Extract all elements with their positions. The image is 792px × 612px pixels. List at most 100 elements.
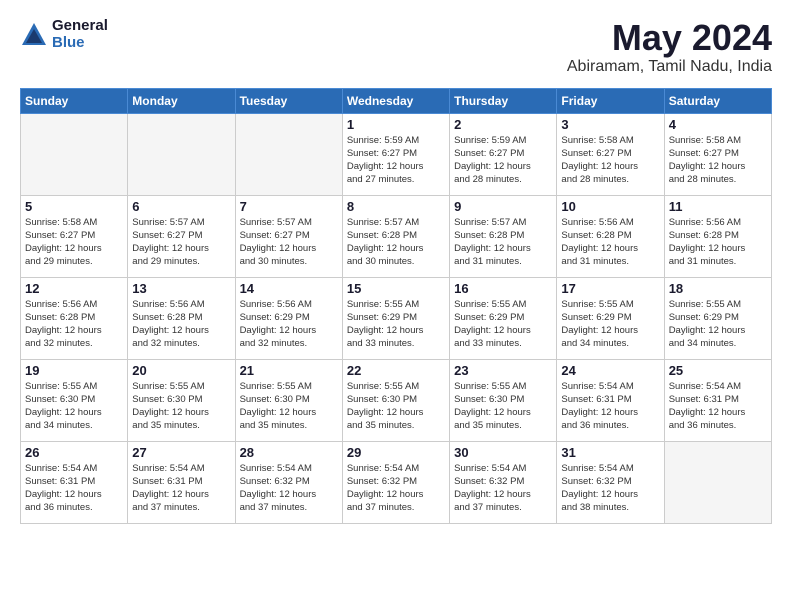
day-info: Sunrise: 5:57 AMSunset: 6:27 PMDaylight:… <box>240 216 338 269</box>
week-row-3: 12 Sunrise: 5:56 AMSunset: 6:28 PMDayligh… <box>21 277 772 359</box>
table-cell: 27 Sunrise: 5:54 AMSunset: 6:31 PMDayligh… <box>128 441 235 523</box>
day-info: Sunrise: 5:55 AMSunset: 6:29 PMDaylight:… <box>454 298 552 351</box>
day-number: 8 <box>347 199 445 214</box>
table-cell: 23Sunrise: 5:55 AMSunset: 6:30 PMDayligh… <box>450 359 557 441</box>
day-info: Sunrise: 5:56 AMSunset: 6:28 PMDaylight:… <box>561 216 659 269</box>
table-cell: 17 Sunrise: 5:55 AMSunset: 6:29 PMDayligh… <box>557 277 664 359</box>
col-monday: Monday <box>128 88 235 113</box>
day-info: Sunrise: 5:59 AMSunset: 6:27 PMDaylight:… <box>454 134 552 187</box>
day-info: Sunrise: 5:55 AMSunset: 6:30 PMDaylight:… <box>25 380 123 433</box>
table-cell: 31 Sunrise: 5:54 AMSunset: 6:32 PMDayligh… <box>557 441 664 523</box>
table-cell: 20Sunrise: 5:55 AMSunset: 6:30 PMDayligh… <box>128 359 235 441</box>
day-info: Sunrise: 5:56 AMSunset: 6:29 PMDaylight:… <box>240 298 338 351</box>
col-saturday: Saturday <box>664 88 771 113</box>
table-cell: 26Sunrise: 5:54 AMSunset: 6:31 PMDayligh… <box>21 441 128 523</box>
day-number: 31 <box>561 445 659 460</box>
col-wednesday: Wednesday <box>342 88 449 113</box>
day-info: Sunrise: 5:54 AMSunset: 6:31 PMDaylight:… <box>132 462 230 515</box>
table-cell: 29 Sunrise: 5:54 AMSunset: 6:32 PMDayligh… <box>342 441 449 523</box>
page-container: General Blue May 2024 Abiramam, Tamil Na… <box>0 0 792 534</box>
table-cell: 8 Sunrise: 5:57 AMSunset: 6:28 PMDaylight… <box>342 195 449 277</box>
day-info: Sunrise: 5:58 AMSunset: 6:27 PMDaylight:… <box>561 134 659 187</box>
table-cell: 13 Sunrise: 5:56 AMSunset: 6:28 PMDayligh… <box>128 277 235 359</box>
week-row-2: 5Sunrise: 5:58 AMSunset: 6:27 PMDaylight… <box>21 195 772 277</box>
day-number: 3 <box>561 117 659 132</box>
day-number: 2 <box>454 117 552 132</box>
day-number: 6 <box>132 199 230 214</box>
day-number: 30 <box>454 445 552 460</box>
table-cell: 15 Sunrise: 5:55 AMSunset: 6:29 PMDayligh… <box>342 277 449 359</box>
day-info: Sunrise: 5:54 AMSunset: 6:32 PMDaylight:… <box>347 462 445 515</box>
table-cell: 3 Sunrise: 5:58 AMSunset: 6:27 PMDaylight… <box>557 113 664 195</box>
day-number: 11 <box>669 199 767 214</box>
day-number: 19 <box>25 363 123 378</box>
day-number: 5 <box>25 199 123 214</box>
day-info: Sunrise: 5:57 AMSunset: 6:27 PMDaylight:… <box>132 216 230 269</box>
logo-icon <box>20 21 48 49</box>
page-header: General Blue May 2024 Abiramam, Tamil Na… <box>20 18 772 76</box>
day-info: Sunrise: 5:56 AMSunset: 6:28 PMDaylight:… <box>132 298 230 351</box>
day-number: 16 <box>454 281 552 296</box>
day-info: Sunrise: 5:57 AMSunset: 6:28 PMDaylight:… <box>454 216 552 269</box>
table-cell <box>235 113 342 195</box>
logo-general: General <box>52 18 108 35</box>
logo-text: General Blue <box>52 18 108 51</box>
day-info: Sunrise: 5:54 AMSunset: 6:31 PMDaylight:… <box>25 462 123 515</box>
col-thursday: Thursday <box>450 88 557 113</box>
week-row-1: 1 Sunrise: 5:59 AMSunset: 6:27 PMDaylight… <box>21 113 772 195</box>
day-number: 4 <box>669 117 767 132</box>
day-info: Sunrise: 5:54 AMSunset: 6:31 PMDaylight:… <box>669 380 767 433</box>
logo-blue: Blue <box>52 35 108 52</box>
day-info: Sunrise: 5:54 AMSunset: 6:32 PMDaylight:… <box>561 462 659 515</box>
table-cell: 1Sunrise: 5:59 AMSunset: 6:27 PMDaylight… <box>342 113 449 195</box>
table-cell: 19 Sunrise: 5:55 AMSunset: 6:30 PMDayligh… <box>21 359 128 441</box>
day-number: 29 <box>347 445 445 460</box>
day-number: 10 <box>561 199 659 214</box>
week-row-4: 19 Sunrise: 5:55 AMSunset: 6:30 PMDayligh… <box>21 359 772 441</box>
day-info: Sunrise: 5:54 AMSunset: 6:31 PMDaylight:… <box>561 380 659 433</box>
col-tuesday: Tuesday <box>235 88 342 113</box>
table-cell: 16 Sunrise: 5:55 AMSunset: 6:29 PMDayligh… <box>450 277 557 359</box>
table-cell: 11 Sunrise: 5:56 AMSunset: 6:28 PMDayligh… <box>664 195 771 277</box>
table-cell: 28 Sunrise: 5:54 AMSunset: 6:32 PMDayligh… <box>235 441 342 523</box>
day-number: 14 <box>240 281 338 296</box>
week-row-5: 26Sunrise: 5:54 AMSunset: 6:31 PMDayligh… <box>21 441 772 523</box>
table-cell: 30 Sunrise: 5:54 AMSunset: 6:32 PMDayligh… <box>450 441 557 523</box>
header-row: Sunday Monday Tuesday Wednesday Thursday… <box>21 88 772 113</box>
day-info: Sunrise: 5:55 AMSunset: 6:29 PMDaylight:… <box>561 298 659 351</box>
day-info: Sunrise: 5:55 AMSunset: 6:29 PMDaylight:… <box>669 298 767 351</box>
table-cell: 5Sunrise: 5:58 AMSunset: 6:27 PMDaylight… <box>21 195 128 277</box>
table-cell: 9 Sunrise: 5:57 AMSunset: 6:28 PMDaylight… <box>450 195 557 277</box>
calendar-subtitle: Abiramam, Tamil Nadu, India <box>567 58 772 76</box>
title-block: May 2024 Abiramam, Tamil Nadu, India <box>567 18 772 76</box>
day-number: 24 <box>561 363 659 378</box>
day-number: 9 <box>454 199 552 214</box>
logo: General Blue <box>20 18 108 51</box>
table-cell: 7Sunrise: 5:57 AMSunset: 6:27 PMDaylight… <box>235 195 342 277</box>
day-info: Sunrise: 5:56 AMSunset: 6:28 PMDaylight:… <box>25 298 123 351</box>
day-number: 21 <box>240 363 338 378</box>
day-number: 12 <box>25 281 123 296</box>
day-info: Sunrise: 5:55 AMSunset: 6:30 PMDaylight:… <box>347 380 445 433</box>
day-number: 1 <box>347 117 445 132</box>
table-cell: 2 Sunrise: 5:59 AMSunset: 6:27 PMDaylight… <box>450 113 557 195</box>
table-cell: 22Sunrise: 5:55 AMSunset: 6:30 PMDayligh… <box>342 359 449 441</box>
table-cell <box>128 113 235 195</box>
table-cell: 14 Sunrise: 5:56 AMSunset: 6:29 PMDayligh… <box>235 277 342 359</box>
day-info: Sunrise: 5:55 AMSunset: 6:29 PMDaylight:… <box>347 298 445 351</box>
table-cell <box>664 441 771 523</box>
table-cell: 10 Sunrise: 5:56 AMSunset: 6:28 PMDayligh… <box>557 195 664 277</box>
day-number: 27 <box>132 445 230 460</box>
day-number: 15 <box>347 281 445 296</box>
day-info: Sunrise: 5:54 AMSunset: 6:32 PMDaylight:… <box>454 462 552 515</box>
day-info: Sunrise: 5:54 AMSunset: 6:32 PMDaylight:… <box>240 462 338 515</box>
day-number: 28 <box>240 445 338 460</box>
day-number: 17 <box>561 281 659 296</box>
day-info: Sunrise: 5:56 AMSunset: 6:28 PMDaylight:… <box>669 216 767 269</box>
day-number: 13 <box>132 281 230 296</box>
day-number: 25 <box>669 363 767 378</box>
table-cell: 18Sunrise: 5:55 AMSunset: 6:29 PMDayligh… <box>664 277 771 359</box>
table-cell: 24 Sunrise: 5:54 AMSunset: 6:31 PMDayligh… <box>557 359 664 441</box>
day-info: Sunrise: 5:57 AMSunset: 6:28 PMDaylight:… <box>347 216 445 269</box>
day-number: 20 <box>132 363 230 378</box>
